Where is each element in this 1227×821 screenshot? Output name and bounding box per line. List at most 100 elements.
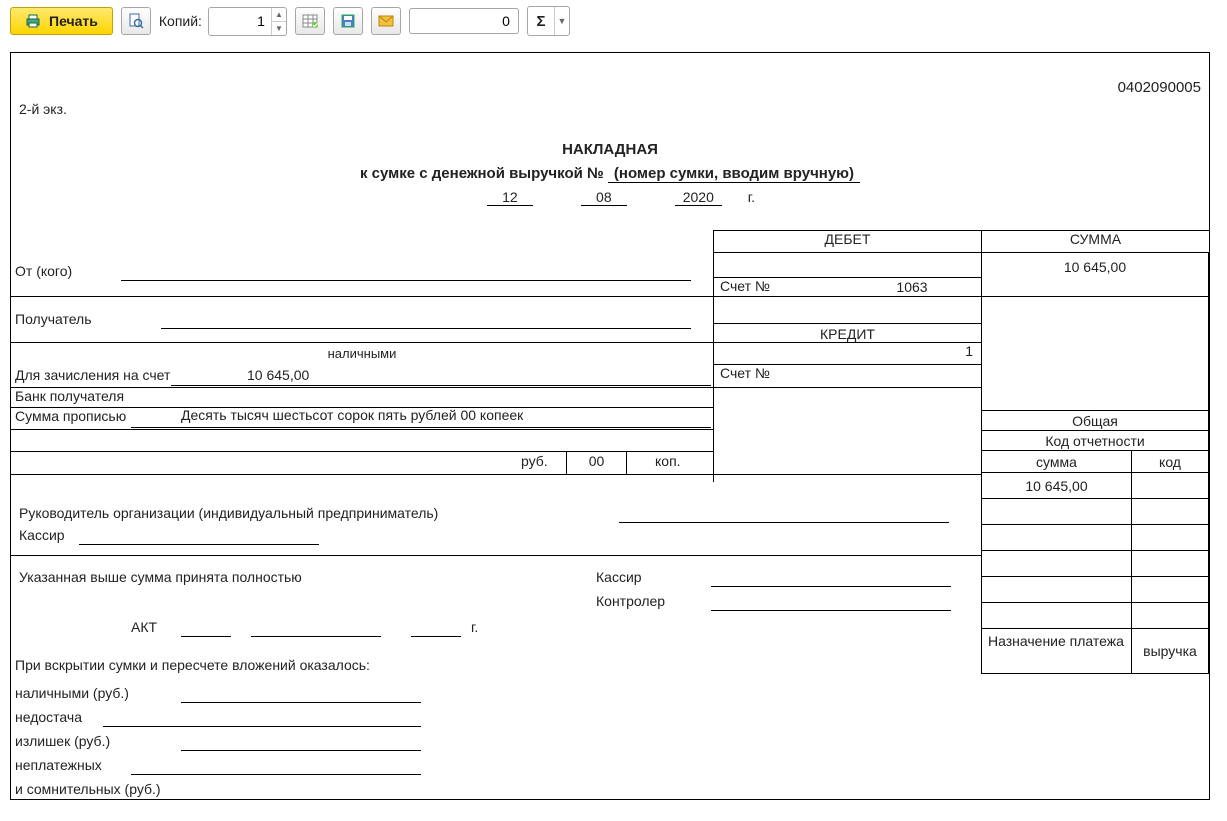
akt-line1 [181,635,231,637]
print-icon [25,13,41,29]
document-page: 0402090005 2-й экз. НАКЛАДНАЯ к сумке с … [10,52,1210,800]
code-cell-1 [1131,472,1209,498]
doc-title: НАКЛАДНАЯ [11,141,1209,158]
code-cell-6 [1131,602,1209,628]
words-value: Десять тысяч шестьсот сорок пять рублей … [181,407,523,423]
sum-cell-5 [981,576,1131,602]
save-button[interactable] [333,7,363,35]
sum-cell-6 [981,602,1131,628]
hsep [11,555,981,556]
accepted-label: Указанная выше сумма принята полностью [19,569,302,585]
head-label: Руководитель организации (индивидуальный… [19,505,438,521]
purpose-label: Назначение платежа [981,628,1131,674]
open-label: При вскрытии сумки и пересчете вложений … [15,657,370,673]
cashier-label: Кассир [19,527,65,543]
date-line: 12 08 2020 г. [11,189,1209,206]
row-doubt: и сомнительных (руб.) [15,781,161,797]
from-label: От (кого) [15,263,72,279]
row-excess-line [181,749,421,751]
rub-row [11,429,713,451]
rub-label: руб. [521,453,548,469]
credit-account [843,364,981,387]
sum-cell: 10 645,00 [981,472,1131,498]
account-label-2: Счет № [713,364,843,387]
spinner-buttons: ▲ ▼ [271,8,286,35]
credit-header: КРЕДИТ [713,323,981,343]
kop-label: коп. [626,451,713,475]
code-cell-4 [1131,550,1209,576]
from-line [121,279,691,281]
cashier2-line [711,585,951,587]
date-month: 08 [581,189,627,206]
print-label: Печать [49,13,98,29]
code-cell-3 [1131,524,1209,550]
sum-cell-3 [981,524,1131,550]
number-input[interactable] [409,8,519,34]
row-nonpay: неплатежных [15,757,102,773]
copy-label: 2-й экз. [19,101,67,117]
date-suffix: г. [748,189,755,205]
subtitle-prefix: к сумке с денежной выручкой № [360,165,608,182]
bag-number[interactable]: (номер сумки, вводим вручную) [608,165,860,183]
words-label: Сумма прописью [15,408,126,424]
table-icon [302,13,318,29]
report-code-label: Код отчетности [981,430,1209,450]
deposit-amount: 10 645,00 [247,367,309,383]
sum-value: 10 645,00 [981,252,1209,296]
sum-header: СУММА [981,230,1209,252]
right-sep [713,451,981,475]
deposit-label: Для зачисления на счет [15,367,170,383]
controller-line [711,609,951,611]
sigma-icon: Σ [528,7,554,35]
spinner-down[interactable]: ▼ [272,21,286,35]
row-nonpay-line [131,773,421,775]
overall-label: Общая [981,410,1209,430]
row-cash-line [181,701,421,703]
vsep1 [981,475,982,674]
sum-cell-2 [981,498,1131,524]
akt-suffix: г. [471,619,478,635]
rub-frac: 00 [566,451,626,475]
form-code: 0402090005 [1118,79,1201,96]
mail-button[interactable] [371,7,401,35]
row-excess: излишек (руб.) [15,733,110,749]
copies-group: Копий: ▲ ▼ [159,7,287,36]
table-button[interactable] [295,7,325,35]
account-label-1: Счет № [713,277,843,296]
toolbar: Печать Копий: ▲ ▼ Σ ▼ [0,0,1227,46]
save-icon [340,13,356,29]
row-recipient-box [11,296,713,342]
head-line [619,521,949,523]
copies-spinner[interactable]: ▲ ▼ [208,7,287,36]
code-col: код [1131,450,1209,472]
preview-button[interactable] [121,7,151,35]
preview-icon [128,13,144,29]
controller-label: Контролер [596,593,665,609]
date-day: 12 [487,189,533,206]
sum-cell-4 [981,550,1131,576]
sigma-button[interactable]: Σ ▼ [527,6,570,36]
cashier-line [79,543,319,545]
debit-header: ДЕБЕТ [713,230,981,252]
row-shortage-line [103,725,421,727]
credit-one: 1 [713,342,981,364]
deposit-line [171,384,711,386]
row-shortage: недостача [15,709,82,725]
words-line [131,426,711,428]
akt-line3 [411,635,461,637]
code-cell-5 [1131,576,1209,602]
copies-input[interactable] [209,8,271,35]
spinner-up[interactable]: ▲ [272,8,286,21]
print-button[interactable]: Печать [10,7,113,35]
purpose-value: выручка [1131,628,1209,674]
sigma-dropdown[interactable]: ▼ [554,7,569,35]
bank-label: Банк получателя [11,387,713,407]
doc-subtitle: к сумке с денежной выручкой № (номер сум… [11,165,1209,182]
row-cash: наличными (руб.) [15,685,129,701]
cashier2-label: Кассир [596,569,642,585]
date-year: 2020 [675,189,722,206]
mail-icon [378,13,394,29]
copies-label: Копий: [159,13,202,29]
akt-label: АКТ [131,619,157,635]
akt-line2 [251,635,381,637]
